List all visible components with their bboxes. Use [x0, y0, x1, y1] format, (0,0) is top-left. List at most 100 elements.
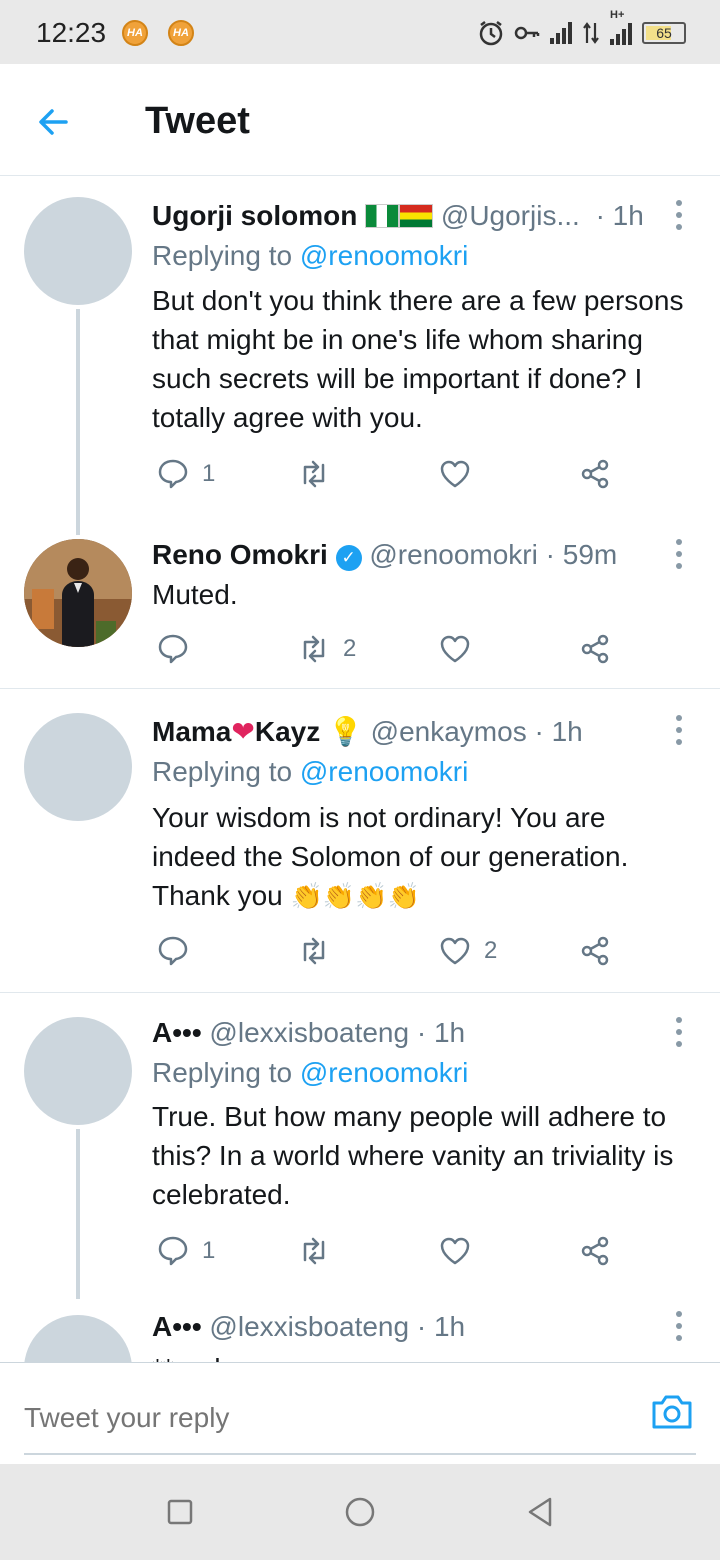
replies-feed[interactable]: Ugorji solomon @Ugorjis... · 1h Replying…: [0, 176, 720, 1362]
back-button[interactable]: [30, 100, 82, 144]
more-options-button[interactable]: [672, 1311, 686, 1341]
like-button[interactable]: [438, 454, 484, 494]
author-name[interactable]: A•••: [152, 1017, 202, 1048]
reply-count: 1: [202, 460, 216, 487]
reply-icon: [158, 936, 188, 966]
share-button[interactable]: [578, 454, 612, 494]
reply-icon: [158, 634, 188, 664]
replying-to: Replying to @renoomokri: [152, 756, 468, 788]
share-icon: [581, 1236, 609, 1266]
author-handle[interactable]: @enkaymos: [371, 716, 527, 747]
nigeria-flag-icon: [365, 204, 400, 228]
tweet-meta: Mama❤Kayz 💡 @enkaymos · 1h: [152, 715, 583, 748]
reply-button[interactable]: 1: [156, 454, 215, 494]
tweet-text: True. But how many people will adhere to…: [152, 1101, 674, 1210]
thread-line: [76, 309, 80, 535]
author-name[interactable]: Reno Omokri: [152, 539, 328, 570]
recent-apps-button[interactable]: [162, 1494, 198, 1530]
reply-composer: [0, 1362, 720, 1464]
tweet-time: · 1h: [595, 200, 644, 231]
author-name-suffix[interactable]: Kayz: [255, 716, 320, 747]
more-options-button[interactable]: [672, 200, 686, 230]
author-name[interactable]: A•••: [152, 1311, 202, 1342]
tweet-time: · 1h: [416, 1017, 466, 1048]
replying-label: Replying to: [152, 1057, 293, 1088]
tweet-time: · 1h: [534, 716, 583, 747]
square-icon: [167, 1499, 193, 1525]
battery-icon: 65: [642, 22, 686, 44]
tweet-meta: Ugorji solomon @Ugorjis... · 1h: [152, 200, 644, 232]
retweet-button[interactable]: [297, 1231, 343, 1271]
avatar[interactable]: [24, 713, 132, 821]
like-button[interactable]: 2: [438, 931, 497, 971]
tweet-item[interactable]: Mama❤Kayz 💡 @enkaymos · 1h Replying to @…: [0, 689, 720, 992]
share-icon: [581, 936, 609, 966]
author-name[interactable]: Mama: [152, 716, 231, 747]
reply-button[interactable]: [156, 629, 202, 669]
replying-to: Replying to @renoomokri: [152, 240, 468, 272]
author-handle[interactable]: @lexxisboateng: [209, 1017, 409, 1048]
like-button[interactable]: [438, 1231, 484, 1271]
retweet-icon: [303, 635, 325, 663]
app-header: Tweet: [0, 64, 720, 176]
heart-icon: [440, 460, 470, 488]
tweet-text: **and: [152, 1349, 697, 1362]
tweet-meta: Reno Omokri ✓ @renoomokri · 59m: [152, 539, 617, 571]
retweet-button[interactable]: 2: [297, 629, 356, 669]
mention-link[interactable]: @renoomokri: [300, 1057, 468, 1088]
status-time: 12:23: [36, 17, 107, 48]
like-count: 2: [484, 937, 498, 964]
heart-icon: [440, 635, 470, 663]
retweet-button[interactable]: [297, 454, 343, 494]
alarm-icon: [479, 21, 503, 46]
back-nav-button[interactable]: [522, 1494, 558, 1530]
profile-photo-icon: [24, 539, 132, 647]
author-handle[interactable]: @renoomokri: [369, 539, 537, 570]
retweet-icon: [303, 460, 325, 488]
reply-button[interactable]: 1: [156, 1231, 215, 1271]
tweet-meta: A••• @lexxisboateng · 1h: [152, 1017, 465, 1049]
app-notification-icon: HA: [122, 20, 148, 46]
share-icon: [581, 634, 609, 664]
like-button[interactable]: [438, 629, 484, 669]
more-options-button[interactable]: [672, 715, 686, 745]
avatar[interactable]: [24, 1315, 132, 1362]
avatar[interactable]: [24, 1017, 132, 1125]
thread-line: [76, 1129, 80, 1299]
author-handle[interactable]: @lexxisboateng: [209, 1311, 409, 1342]
page-title: Tweet: [145, 100, 250, 142]
system-navigation-bar: [0, 1464, 720, 1560]
verified-badge-icon: ✓: [335, 545, 362, 571]
input-underline: [24, 1453, 696, 1455]
author-name[interactable]: Ugorji solomon: [152, 200, 357, 231]
share-button[interactable]: [578, 629, 612, 669]
tweet-actions: 2: [152, 931, 622, 971]
home-button[interactable]: [342, 1494, 378, 1530]
retweet-button[interactable]: [297, 931, 343, 971]
share-icon: [581, 459, 609, 489]
camera-button[interactable]: [650, 1391, 694, 1431]
red-heart-emoji-icon: ❤: [231, 716, 255, 747]
tweet-item[interactable]: Reno Omokri ✓ @renoomokri · 59m Muted. 2: [0, 531, 720, 688]
tweet-item[interactable]: A••• @lexxisboateng · 1h **and: [0, 1293, 720, 1362]
vpn-key-icon: [514, 26, 540, 40]
data-transfer-icon: [583, 22, 599, 44]
tweet-item[interactable]: Ugorji solomon @Ugorjis... · 1h Replying…: [0, 176, 720, 535]
mention-link[interactable]: @renoomokri: [300, 756, 468, 787]
tweet-item[interactable]: A••• @lexxisboateng · 1h Replying to @re…: [0, 993, 720, 1299]
reply-icon: [158, 1236, 188, 1266]
replying-label: Replying to: [152, 756, 293, 787]
more-options-button[interactable]: [672, 1017, 686, 1047]
reply-input[interactable]: [24, 1393, 624, 1443]
avatar[interactable]: [24, 539, 132, 647]
author-handle[interactable]: @Ugorjis...: [441, 200, 580, 231]
replying-to: Replying to @renoomokri: [152, 1057, 468, 1089]
status-bar: 12:23 HA HA H+ 65: [0, 0, 720, 64]
share-button[interactable]: [578, 1231, 612, 1271]
share-button[interactable]: [578, 931, 612, 971]
reply-button[interactable]: [156, 931, 202, 971]
more-options-button[interactable]: [672, 539, 686, 569]
status-icons: H+ 65: [478, 9, 686, 50]
avatar[interactable]: [24, 197, 132, 305]
mention-link[interactable]: @renoomokri: [300, 240, 468, 271]
